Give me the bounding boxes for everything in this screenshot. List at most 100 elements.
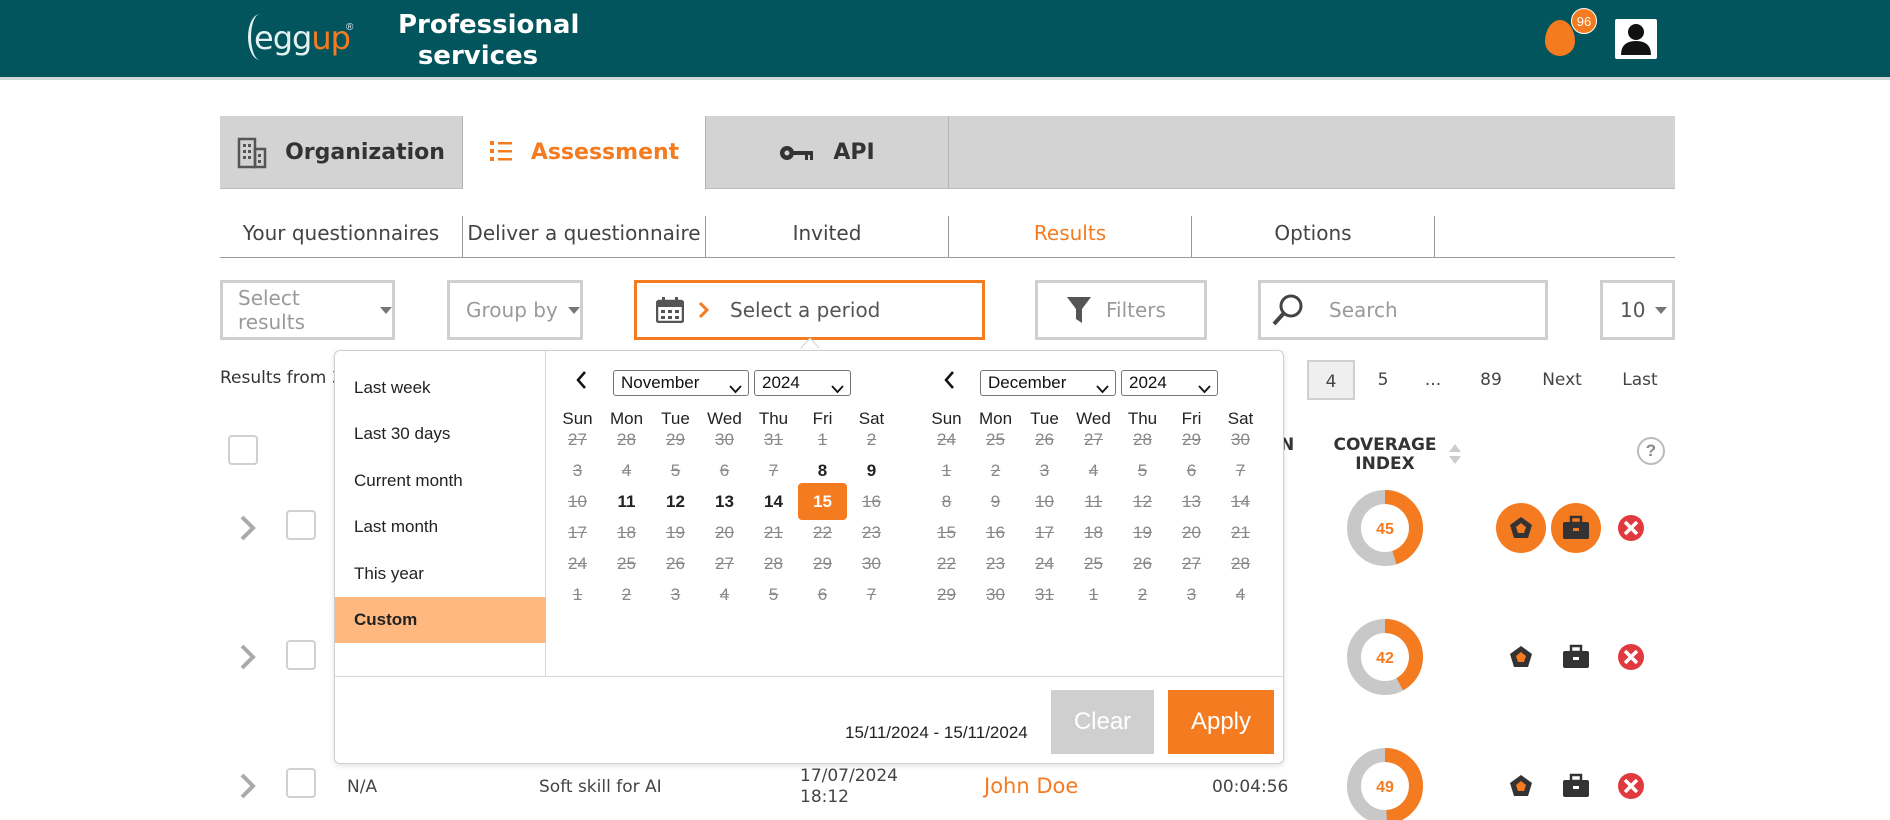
key-icon (779, 143, 815, 163)
page-button[interactable]: 5 (1365, 360, 1401, 400)
expand-row-chevron-icon[interactable] (239, 772, 257, 800)
popup-pointer (800, 337, 820, 349)
year-select[interactable]: 2024 (1121, 370, 1218, 396)
preset-last-30-days[interactable]: Last 30 days (335, 411, 546, 457)
calendar-day[interactable]: 7 (847, 576, 896, 613)
briefcase-icon[interactable] (1551, 761, 1601, 811)
eggup-logo[interactable]: eggup ® (248, 12, 358, 62)
pentagon-report-icon[interactable] (1496, 503, 1546, 553)
user-avatar-icon[interactable] (1615, 19, 1657, 59)
preset-this-year[interactable]: This year (335, 551, 546, 597)
apply-button[interactable]: Apply (1168, 690, 1274, 754)
row-checkbox[interactable] (286, 640, 316, 670)
calendar-november: November 2024 Sun Mon Tue Wed Thu Fri Sat 27 28 2… (546, 351, 886, 676)
app-title: Professional services (398, 10, 580, 71)
chevron-down-icon (831, 377, 844, 401)
coverage-donut-chart: 49 (1346, 747, 1424, 820)
tab-api[interactable]: API (706, 116, 949, 189)
month-select[interactable]: December (980, 370, 1116, 396)
coverage-donut-chart: 42 (1346, 618, 1424, 696)
pentagon-report-icon[interactable] (1496, 761, 1546, 811)
calendar-day[interactable]: 30 (971, 576, 1020, 613)
calendar-day[interactable]: 4 (700, 576, 749, 613)
expand-row-chevron-icon[interactable] (239, 643, 257, 671)
caret-down-icon (380, 306, 392, 314)
sub-tabs: Your questionnaires Deliver a questionna… (220, 214, 1675, 258)
chevron-right-icon (698, 301, 710, 319)
period-selector[interactable]: Select a period (634, 280, 985, 340)
chevron-down-icon (729, 377, 742, 401)
page-button-current[interactable]: 4 (1307, 360, 1355, 400)
calendar-day[interactable]: 3 (1167, 576, 1216, 613)
preset-last-month[interactable]: Last month (335, 504, 546, 550)
previous-month-chevron-icon[interactable] (571, 368, 591, 392)
preset-current-month[interactable]: Current month (335, 458, 546, 504)
notifications-egg-icon[interactable] (1545, 20, 1575, 56)
delete-icon[interactable] (1606, 761, 1656, 811)
calendar-day[interactable]: 4 (1216, 576, 1265, 613)
calendar-december: December 2024 Sun Mon Tue Wed Thu Fri Sat 24 25 2… (915, 351, 1255, 676)
tab-organization[interactable]: Organization (220, 116, 463, 189)
calendar-day[interactable]: 1 (553, 576, 602, 613)
top-bar: eggup ® Professional services 96 (0, 0, 1890, 80)
preset-range-list: Last week Last 30 days Current month Las… (335, 351, 546, 676)
pentagon-report-icon[interactable] (1496, 632, 1546, 682)
funnel-icon (1066, 295, 1092, 325)
search-input[interactable]: Search (1258, 280, 1548, 340)
select-results-dropdown[interactable]: Select results (220, 280, 395, 340)
search-icon (1271, 293, 1305, 327)
clear-button[interactable]: Clear (1051, 690, 1154, 754)
calendar-day[interactable]: 31 (1020, 576, 1069, 613)
coverage-donut-chart: 45 (1346, 489, 1424, 567)
results-count-text: Results from 3 (220, 368, 343, 388)
calendar-day[interactable]: 3 (651, 576, 700, 613)
calendar-day[interactable]: 29 (922, 576, 971, 613)
previous-month-chevron-icon[interactable] (939, 368, 959, 392)
subtab-options[interactable]: Options (1192, 216, 1435, 258)
date-picker-footer: 15/11/2024 - 15/11/2024 Clear Apply (335, 676, 1283, 764)
calendar-day[interactable]: 2 (1118, 576, 1167, 613)
calendar-icon (656, 297, 684, 323)
calendar-day[interactable]: 5 (749, 576, 798, 613)
delete-icon[interactable] (1606, 632, 1656, 682)
questionnaire-name-cell: Soft skill for AI (539, 777, 662, 797)
duration-cell: 00:04:56 (1212, 777, 1289, 797)
next-page-button[interactable]: Next (1527, 360, 1597, 400)
candidate-name-link[interactable]: John Doe (984, 774, 1078, 798)
subtab-invited[interactable]: Invited (706, 216, 949, 258)
caret-down-icon (567, 306, 580, 314)
date-cell: 17/07/2024 18:12 (800, 766, 898, 807)
calendar-day[interactable]: 1 (1069, 576, 1118, 613)
select-all-checkbox[interactable] (228, 435, 258, 465)
filters-button[interactable]: Filters (1035, 280, 1207, 340)
page-button-last-number[interactable]: 89 (1465, 360, 1517, 400)
row-checkbox[interactable] (286, 510, 316, 540)
building-icon (237, 137, 267, 169)
main-tabs: Organization Assessment API (220, 116, 1675, 190)
last-page-button[interactable]: Last (1607, 360, 1673, 400)
chevron-down-icon (1096, 377, 1109, 401)
subtab-results[interactable]: Results (949, 216, 1192, 258)
page-ellipsis: ... (1424, 370, 1442, 390)
page-size-dropdown[interactable]: 10 (1600, 280, 1675, 340)
expand-row-chevron-icon[interactable] (239, 514, 257, 542)
preset-last-week[interactable]: Last week (335, 365, 546, 411)
svg-text:49: 49 (1376, 779, 1394, 796)
delete-icon[interactable] (1606, 503, 1656, 553)
calendar-day[interactable]: 2 (602, 576, 651, 613)
tab-assessment[interactable]: Assessment (463, 116, 706, 190)
year-select[interactable]: 2024 (754, 370, 851, 396)
month-select[interactable]: November (613, 370, 749, 396)
preset-custom[interactable]: Custom (335, 597, 546, 643)
row-checkbox[interactable] (286, 768, 316, 798)
column-header-coverage-index[interactable]: COVERAGE INDEX (1320, 436, 1450, 474)
subtab-your-questionnaires[interactable]: Your questionnaires (220, 216, 463, 258)
calendar-day[interactable]: 6 (798, 576, 847, 613)
help-icon[interactable]: ? (1637, 437, 1665, 465)
subtab-deliver-questionnaire[interactable]: Deliver a questionnaire (463, 216, 706, 258)
group-by-dropdown[interactable]: Group by (447, 280, 583, 340)
sort-icon[interactable] (1448, 443, 1462, 470)
briefcase-icon[interactable] (1551, 503, 1601, 553)
chevron-down-icon (1198, 377, 1211, 401)
briefcase-icon[interactable] (1551, 632, 1601, 682)
